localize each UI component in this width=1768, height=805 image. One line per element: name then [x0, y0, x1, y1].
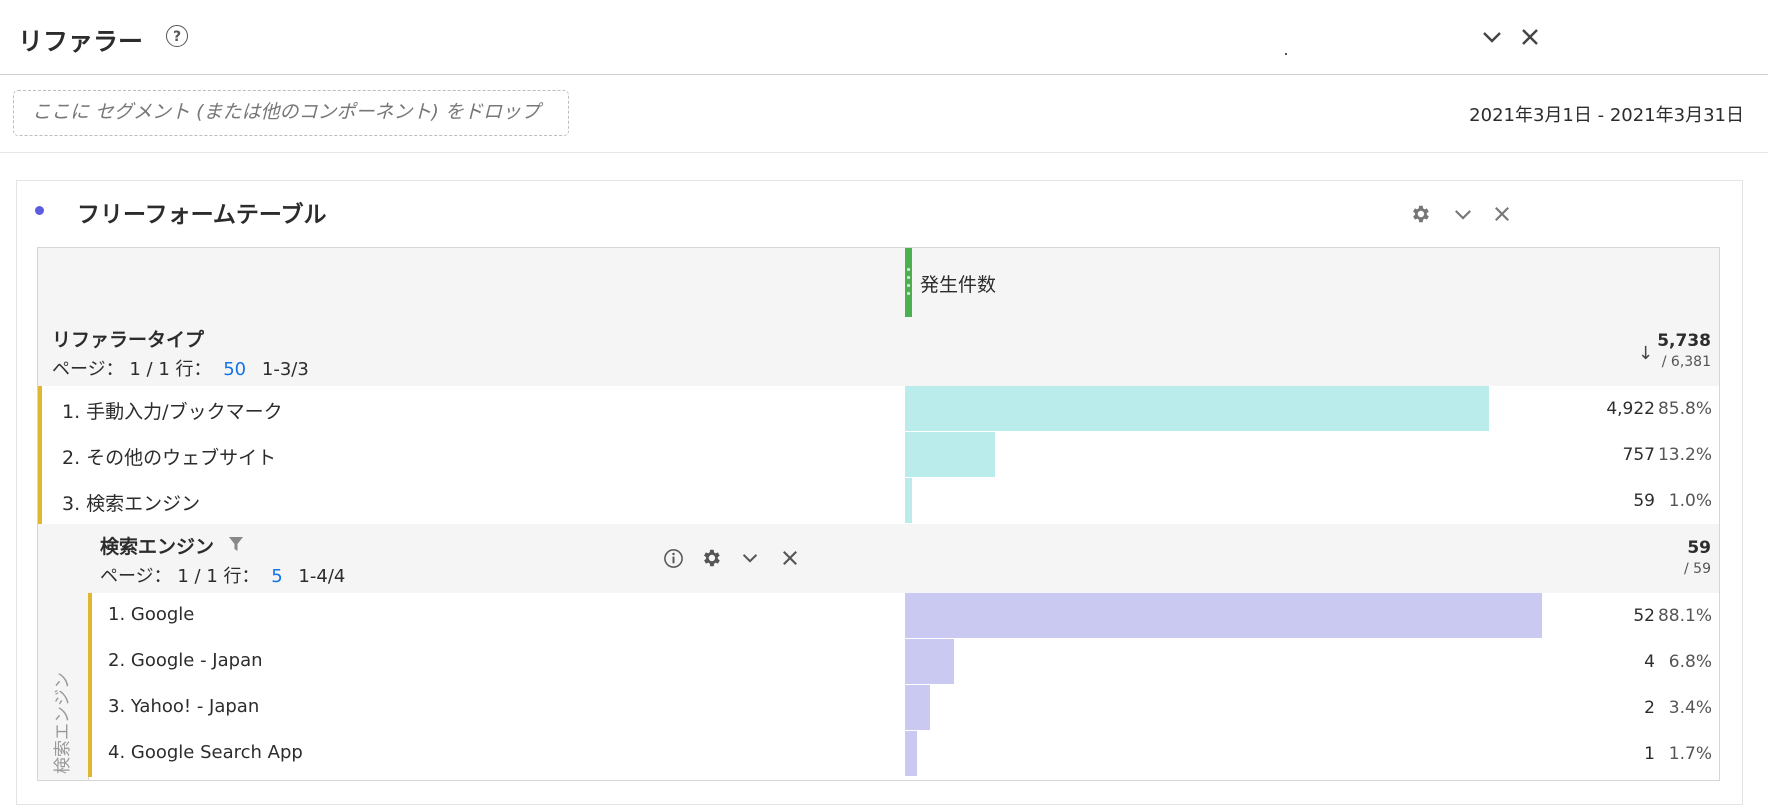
row-percent: 1.7%	[1668, 744, 1712, 764]
row-label[interactable]: 2. その他のウェブサイト	[62, 443, 276, 470]
row-accent	[88, 731, 92, 777]
sort-descending-icon[interactable]: ↓	[1638, 343, 1653, 364]
date-range[interactable]: 2021年3月1日 - 2021年3月31日	[1469, 101, 1744, 127]
row-bar	[905, 478, 912, 523]
breakdown-row[interactable]: 1. Google 52 88.1%	[88, 593, 1719, 640]
rows-per-page-link[interactable]: 5	[271, 566, 282, 587]
collapse-panel-button[interactable]	[1479, 24, 1505, 50]
row-label[interactable]: 1. 手動入力/ブックマーク	[62, 397, 283, 424]
row-label[interactable]: 3. Yahoo! - Japan	[108, 696, 259, 717]
freeform-table: 発生件数 リファラータイプ ページ： 1 / 1 行： 50 1-3/3 ↓ 5…	[37, 247, 1720, 781]
segment-row: ここに セグメント (または他のコンポーネント) をドロップ 2021年3月1日…	[0, 74, 1768, 153]
gear-icon	[1413, 205, 1429, 223]
row-accent	[38, 432, 42, 478]
row-bar	[905, 386, 1489, 431]
close-icon	[1522, 29, 1538, 45]
metric-column-header[interactable]: 発生件数	[920, 270, 996, 297]
row-label[interactable]: 2. Google - Japan	[108, 650, 263, 671]
row-percent: 1.0%	[1668, 491, 1712, 511]
visualization-color-dot	[35, 206, 44, 215]
row-accent	[88, 639, 92, 685]
row-range: 1-4/4	[298, 566, 346, 587]
rows-per-page-link[interactable]: 50	[223, 359, 246, 380]
row-bar	[905, 685, 930, 730]
breakdown-row[interactable]: 2. Google - Japan 4 6.8%	[88, 639, 1719, 686]
breakdown-info-button[interactable]	[661, 546, 685, 570]
breakdown-row[interactable]: 3. Yahoo! - Japan 2 3.4%	[88, 685, 1719, 732]
row-accent	[88, 593, 92, 639]
stray-dot	[1285, 53, 1287, 55]
row-accent	[88, 685, 92, 731]
breakdown-grand-total: / 59	[1684, 561, 1711, 577]
row-bar	[905, 639, 954, 684]
breakdown-total: 59	[1687, 538, 1711, 558]
breakdown-side-label: 検索エンジン	[53, 672, 73, 774]
breakdown-header: 検索エンジン ページ： 1 / 1 行： 5 1-4/4 59 / 59	[88, 524, 1719, 594]
panel-title: リファラー	[18, 27, 144, 56]
table-settings-button[interactable]	[1408, 202, 1432, 226]
row-percent: 6.8%	[1668, 652, 1712, 672]
row-value: 1	[1644, 744, 1655, 764]
segment-drop-zone[interactable]: ここに セグメント (または他のコンポーネント) をドロップ	[13, 90, 569, 136]
breakdown-title[interactable]: 検索エンジン	[100, 532, 214, 559]
column-grand-total: / 6,381	[1661, 354, 1711, 370]
page-label: ページ： 1 / 1 行：	[100, 566, 260, 587]
row-label[interactable]: 3. 検索エンジン	[62, 489, 200, 516]
row-accent	[38, 386, 42, 432]
metric-header: 発生件数	[38, 248, 1719, 318]
row-bar	[905, 593, 1542, 638]
row-value: 4	[1644, 652, 1655, 672]
chevron-down-icon	[1455, 209, 1471, 220]
chevron-down-icon	[742, 554, 758, 563]
metric-drag-handle[interactable]	[905, 248, 912, 317]
close-panel-button[interactable]	[1517, 24, 1543, 50]
row-percent: 85.8%	[1657, 399, 1712, 419]
row-percent: 13.2%	[1657, 445, 1712, 465]
gear-icon	[704, 549, 720, 567]
breakdown-side-label-area: 検索エンジン	[38, 524, 89, 780]
page-label: ページ： 1 / 1 行：	[52, 359, 212, 380]
row-bar	[905, 731, 917, 776]
help-icon[interactable]: ?	[166, 25, 188, 47]
collapse-table-button[interactable]	[1451, 202, 1475, 226]
dimension-title[interactable]: リファラータイプ	[52, 325, 204, 352]
dimension-header: リファラータイプ ページ： 1 / 1 行： 50 1-3/3 ↓ 5,738 …	[38, 317, 1719, 387]
close-icon	[1495, 207, 1509, 221]
chevron-down-icon	[1483, 32, 1501, 43]
row-value: 52	[1633, 606, 1655, 626]
info-icon	[663, 548, 683, 568]
referrer-panel: リファラー ? ここに セグメント (または他のコンポーネント) をドロップ 2…	[0, 0, 1768, 805]
breakdown-collapse-button[interactable]	[738, 546, 762, 570]
close-table-button[interactable]	[1490, 202, 1514, 226]
freeform-title[interactable]: フリーフォームテーブル	[77, 195, 327, 229]
table-row[interactable]: 3. 検索エンジン 59 1.0%	[38, 478, 1719, 525]
close-icon	[783, 551, 797, 565]
row-label[interactable]: 1. Google	[108, 604, 194, 625]
filter-icon[interactable]	[228, 536, 244, 552]
row-range: 1-3/3	[261, 359, 309, 380]
row-label[interactable]: 4. Google Search App	[108, 742, 303, 763]
breakdown-pagination-info: ページ： 1 / 1 行： 5 1-4/4	[100, 562, 345, 588]
table-row[interactable]: 2. その他のウェブサイト 757 13.2%	[38, 432, 1719, 479]
table-row[interactable]: 1. 手動入力/ブックマーク 4,922 85.8%	[38, 386, 1719, 433]
row-percent: 3.4%	[1668, 698, 1712, 718]
breakdown-settings-button[interactable]	[699, 546, 723, 570]
panel-header: リファラー ?	[0, 0, 1768, 75]
row-value: 757	[1622, 445, 1655, 465]
row-value: 4,922	[1606, 399, 1655, 419]
row-value: 59	[1633, 491, 1655, 511]
breakdown-close-button[interactable]	[778, 546, 802, 570]
breakdown-row[interactable]: 4. Google Search App 1 1.7%	[88, 731, 1719, 777]
pagination-info: ページ： 1 / 1 行： 50 1-3/3	[52, 355, 309, 381]
row-value: 2	[1644, 698, 1655, 718]
row-accent	[38, 478, 42, 524]
row-bar	[905, 432, 995, 477]
row-percent: 88.1%	[1657, 606, 1712, 626]
column-total: 5,738	[1657, 331, 1711, 351]
